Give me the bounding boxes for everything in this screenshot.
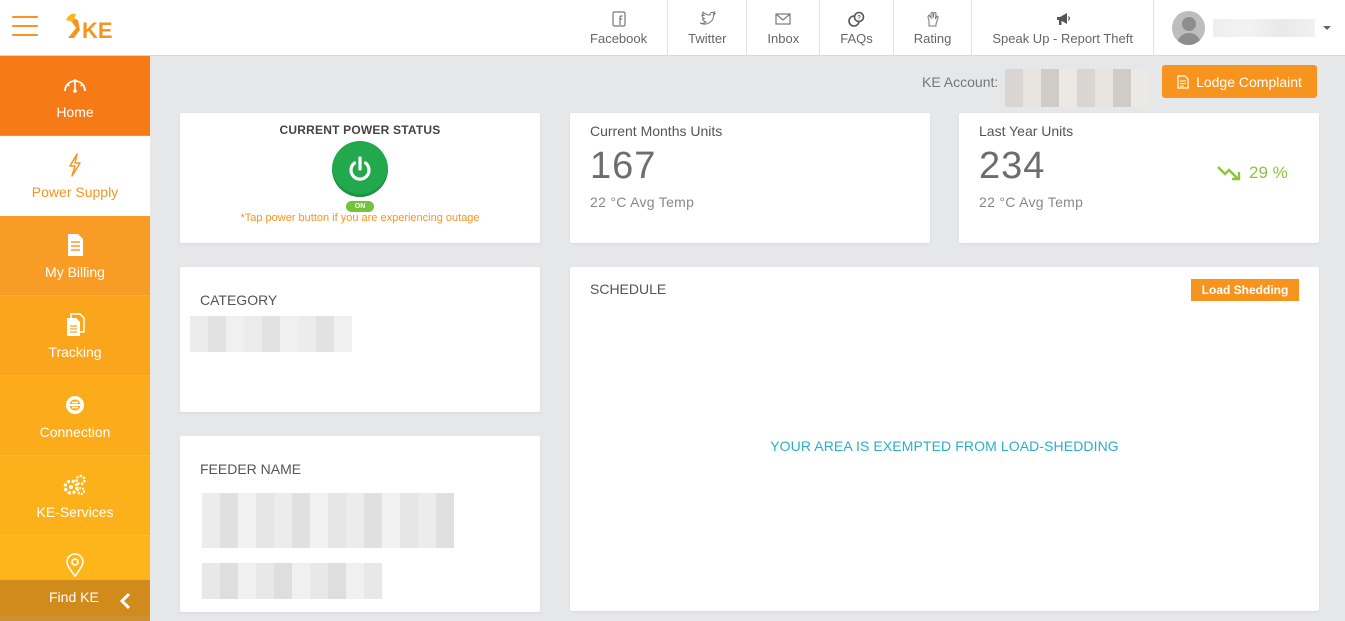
nav-inbox-label: Inbox (767, 30, 800, 46)
megaphone-icon (1056, 12, 1070, 25)
nav-twitter-label: Twitter (688, 30, 727, 46)
avatar (1172, 11, 1206, 45)
power-state-badge: ON (346, 201, 374, 212)
category-title: CATEGORY (200, 292, 278, 308)
schedule-title: SCHEDULE (590, 281, 667, 297)
svg-text:?: ? (858, 15, 862, 21)
sidebar-item-power-supply[interactable]: Power Supply (0, 136, 150, 216)
schedule-card: SCHEDULE Load Shedding YOUR AREA IS EXEM… (570, 267, 1319, 611)
speedometer-icon (64, 78, 86, 93)
nav-speak-up[interactable]: Speak Up - Report Theft (971, 0, 1153, 56)
ke-account-number-redacted (1005, 69, 1149, 107)
last-year-units-value: 234 (979, 145, 1046, 187)
sidebar-item-ke-services[interactable]: KE-Services (0, 456, 150, 536)
sidebar-item-label: Power Supply (31, 183, 119, 200)
sidebar-item-home[interactable]: Home (0, 56, 150, 136)
faqs-icon: ? (848, 11, 865, 27)
load-shedding-badge[interactable]: Load Shedding (1191, 279, 1299, 301)
units-trend: 29 % (1217, 163, 1288, 183)
sidebar-item-label: Find KE (49, 589, 99, 605)
power-status-title: CURRENT POWER STATUS (279, 123, 441, 137)
location-pin-icon (66, 553, 84, 578)
power-button[interactable] (332, 141, 388, 197)
nav-facebook[interactable]: Facebook (570, 0, 667, 56)
sidebar-item-tracking[interactable]: Tracking (0, 296, 150, 376)
current-units-title: Current Months Units (590, 123, 723, 139)
nav-faqs-label: FAQs (840, 30, 873, 46)
rating-icon (927, 11, 939, 26)
menu-icon[interactable] (12, 16, 38, 38)
documents-icon (67, 312, 85, 336)
feeder-detail-redacted (202, 563, 382, 599)
lightning-icon (69, 152, 81, 177)
user-name-redacted (1213, 19, 1315, 37)
chevron-left-icon (119, 592, 131, 610)
sidebar-item-label: Connection (39, 423, 111, 440)
nav-speak-up-label: Speak Up - Report Theft (992, 30, 1133, 46)
top-nav: Facebook Twitter Inbox ? FAQs Rating Spe… (570, 0, 1153, 56)
category-card: CATEGORY (180, 267, 540, 412)
user-menu[interactable] (1153, 0, 1331, 56)
load-shedding-exempt-message: YOUR AREA IS EXEMPTED FROM LOAD-SHEDDING (770, 438, 1119, 454)
last-year-units-card: Last Year Units 234 22 °C Avg Temp 29 % (959, 113, 1319, 243)
sidebar-item-label: Home (56, 103, 94, 120)
inbox-icon (775, 12, 791, 25)
sidebar-item-my-billing[interactable]: My Billing (0, 216, 150, 296)
nav-rating[interactable]: Rating (892, 0, 972, 56)
sidebar: Home Power Supply My Billing Tracking Co… (0, 56, 150, 621)
current-months-units-card: Current Months Units 167 22 °C Avg Temp (570, 113, 930, 243)
sidebar-item-label: My Billing (45, 263, 105, 280)
twitter-icon (699, 10, 717, 25)
current-avg-temp: 22 °C Avg Temp (590, 194, 695, 210)
power-icon (349, 156, 371, 181)
svg-text:KE: KE (82, 18, 113, 43)
nav-rating-label: Rating (913, 30, 952, 46)
last-year-avg-temp: 22 °C Avg Temp (979, 194, 1084, 210)
chevron-down-icon (1323, 26, 1331, 30)
nav-facebook-label: Facebook (590, 30, 648, 46)
lodge-complaint-label: Lodge Complaint (1196, 73, 1302, 90)
document-icon (68, 233, 83, 256)
sidebar-item-label: KE-Services (36, 503, 114, 520)
trend-down-icon (1217, 166, 1241, 181)
power-hint-text: *Tap power button if you are experiencin… (240, 212, 480, 224)
current-units-value: 167 (590, 145, 657, 187)
feeder-name-redacted (202, 493, 454, 548)
lodge-complaint-button[interactable]: Lodge Complaint (1162, 65, 1317, 98)
connection-icon (66, 395, 84, 414)
sidebar-item-label: Tracking (48, 343, 102, 360)
ke-account-label: KE Account: (922, 74, 999, 90)
last-year-units-title: Last Year Units (979, 123, 1074, 139)
feeder-name-title: FEEDER NAME (200, 461, 302, 477)
nav-inbox[interactable]: Inbox (746, 0, 819, 56)
nav-faqs[interactable]: ? FAQs (819, 0, 893, 56)
sidebar-item-connection[interactable]: Connection (0, 376, 150, 456)
gears-icon (63, 474, 86, 495)
ke-logo[interactable]: KE (64, 10, 134, 44)
power-status-card: CURRENT POWER STATUS ON *Tap power butto… (180, 113, 540, 243)
facebook-icon (611, 10, 626, 27)
nav-twitter[interactable]: Twitter (667, 0, 746, 56)
sidebar-collapse-button[interactable]: Find KE (0, 580, 150, 621)
top-bar: KE Facebook Twitter Inbox ? FAQs Rating … (0, 0, 1345, 56)
category-value-redacted (190, 316, 352, 352)
units-trend-value: 29 % (1249, 163, 1288, 182)
feeder-name-card: FEEDER NAME (180, 436, 540, 612)
document-icon (1177, 74, 1189, 89)
